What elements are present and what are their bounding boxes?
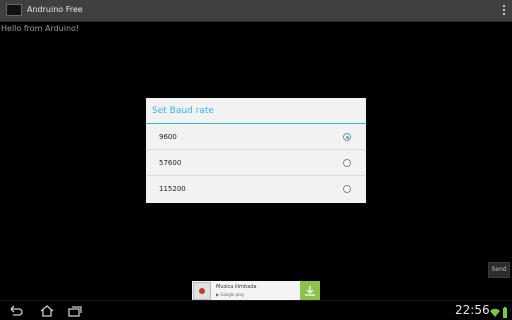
status-icons	[489, 304, 509, 318]
ad-title: Musica ilimitada	[216, 284, 257, 290]
option-label: 9600	[159, 133, 177, 141]
app-icon	[6, 4, 22, 16]
download-button[interactable]	[300, 281, 320, 301]
radio-selected-icon[interactable]	[343, 133, 351, 141]
clock: 22:56	[455, 303, 490, 317]
option-label: 115200	[159, 185, 186, 193]
action-bar: Andruino Free	[0, 0, 512, 22]
app-title: Andruino Free	[27, 5, 83, 14]
back-icon[interactable]	[8, 304, 24, 318]
baud-option-57600[interactable]: 57600	[146, 150, 366, 176]
system-nav-bar	[0, 300, 512, 320]
ad-thumbnail	[193, 282, 211, 300]
radio-unselected-icon[interactable]	[343, 159, 351, 167]
wifi-icon	[490, 308, 500, 317]
home-icon[interactable]	[39, 304, 55, 318]
ad-banner[interactable]: Musica ilimitada ▶ Google play	[192, 281, 320, 301]
option-label: 57600	[159, 159, 182, 167]
radio-unselected-icon[interactable]	[343, 185, 351, 193]
baud-option-115200[interactable]: 115200	[146, 176, 366, 202]
download-icon	[305, 286, 315, 296]
dialog-title: Set Baud rate	[146, 98, 366, 124]
overflow-menu-icon[interactable]	[502, 5, 506, 17]
ad-subtitle: ▶ Google play	[216, 292, 245, 297]
baud-rate-dialog: Set Baud rate 9600 57600 115200	[146, 98, 366, 203]
recents-icon[interactable]	[67, 304, 83, 318]
baud-option-9600[interactable]: 9600	[146, 124, 366, 150]
battery-icon	[503, 307, 507, 318]
send-button[interactable]: Send	[488, 262, 510, 278]
